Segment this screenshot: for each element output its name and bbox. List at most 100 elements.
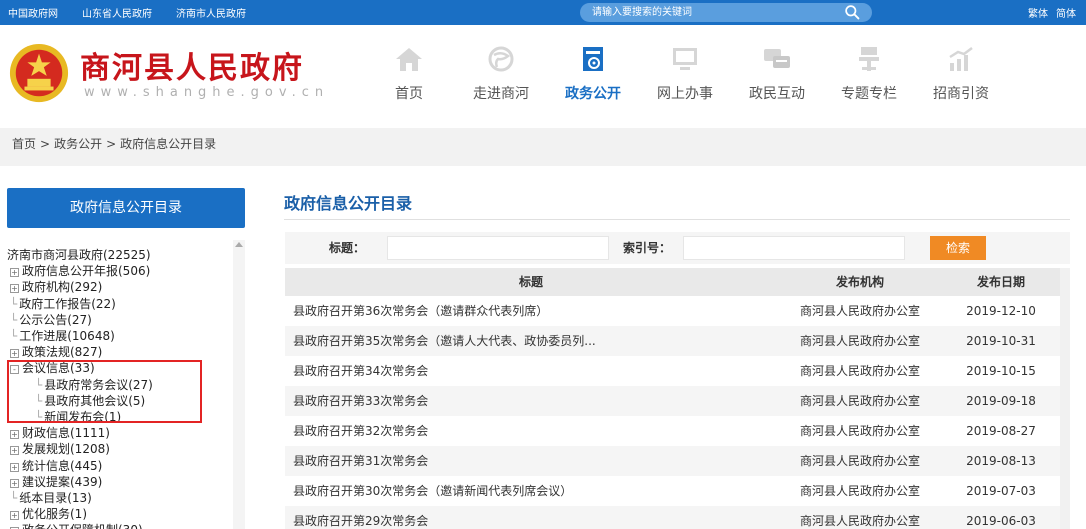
column-header-org: 发布机构	[835, 275, 884, 289]
table-row[interactable]: 县政府召开第32次常务会 商河县人民政府办公室 2019-08-27	[285, 416, 1070, 446]
link-central-gov[interactable]: 中国政府网	[8, 5, 58, 20]
index-filter-label: 索引号：	[623, 241, 672, 255]
table-row[interactable]: 县政府召开第35次常务会（邀请人大代表、政协委员列... 商河县人民政府办公室 20…	[285, 326, 1070, 356]
highlight-box	[7, 360, 202, 423]
site-search[interactable]: 请输入要搜索的关键词	[580, 3, 872, 22]
breadcrumb-home[interactable]: 首页	[12, 137, 36, 151]
search-button[interactable]: 检索	[930, 236, 986, 260]
nav-special-topics[interactable]: 专题专栏	[824, 45, 914, 103]
tree-item-label: 政府机构(292)	[22, 280, 103, 295]
table-row[interactable]: 县政府召开第30次常务会（邀请新闻代表列席会议） 商河县人民政府办公室 2019-0…	[285, 476, 1070, 506]
cell-title[interactable]: 县政府召开第29次常务会	[293, 506, 773, 529]
cell-date: 2019-08-13	[966, 454, 1036, 468]
table-row[interactable]: 县政府召开第33次常务会 商河县人民政府办公室 2019-09-18	[285, 386, 1070, 416]
cell-org: 商河县人民政府办公室	[799, 304, 920, 318]
chat-icon	[764, 49, 790, 68]
breadcrumb-current[interactable]: 政府信息公开目录	[120, 137, 216, 151]
cell-title[interactable]: 县政府召开第35次常务会（邀请人大代表、政协委员列...	[293, 326, 773, 356]
nav-online-services[interactable]: 网上办事	[640, 45, 730, 103]
tree-item[interactable]: └ 工作进展(10648)	[10, 329, 115, 344]
tree-scrollbar[interactable]	[233, 240, 245, 529]
tree-item[interactable]: + 发展规划(1208)	[10, 442, 110, 457]
globe-icon	[488, 46, 514, 72]
tree-item-label: 财政信息(1111)	[22, 426, 110, 441]
title-divider	[284, 219, 1070, 220]
tree-item-label: 工作进展(10648)	[19, 329, 115, 343]
main-nav: 首页 走进商河 政务公开 网上办事 政民互动 专题专栏 招商引资	[370, 25, 1086, 128]
cell-date: 2019-10-15	[966, 364, 1036, 378]
monitor-icon	[673, 48, 697, 70]
cell-title[interactable]: 县政府召开第32次常务会	[293, 416, 773, 446]
table-row[interactable]: 县政府召开第31次常务会 商河县人民政府办公室 2019-08-13	[285, 446, 1070, 476]
tree-item[interactable]: +政务公开保障机制(30)	[10, 523, 143, 529]
nav-gov-affairs[interactable]: 政务公开	[548, 45, 638, 103]
tree-item[interactable]: + 统计信息(445)	[10, 459, 102, 474]
cell-date: 2019-06-03	[966, 514, 1036, 528]
search-input[interactable]: 请输入要搜索的关键词	[592, 3, 692, 22]
table-header: 标题 发布机构 发布日期	[285, 268, 1070, 296]
cell-title[interactable]: 县政府召开第31次常务会	[293, 446, 773, 476]
site-title[interactable]: 商河县人民政府	[80, 43, 304, 87]
table-row[interactable]: 县政府召开第34次常务会 商河县人民政府办公室 2019-10-15	[285, 356, 1070, 386]
expand-icon[interactable]: +	[10, 478, 19, 488]
tree-line-icon: └	[10, 491, 18, 505]
tree-item-label: 政策法规(827)	[22, 345, 103, 360]
nav-about[interactable]: 走进商河	[456, 45, 546, 103]
index-filter-input[interactable]	[683, 236, 905, 260]
expand-icon[interactable]: +	[10, 511, 19, 521]
tree-item-label: 政务公开保障机制(30)	[22, 523, 143, 529]
scroll-up-icon[interactable]	[235, 242, 243, 247]
expand-icon[interactable]: +	[10, 349, 19, 359]
cell-org: 商河县人民政府办公室	[799, 424, 920, 438]
link-jinan-gov[interactable]: 济南市人民政府	[176, 5, 246, 20]
table-scrollbar[interactable]	[1060, 268, 1070, 529]
tree-item-label: 公示公告(27)	[19, 312, 92, 327]
tree-item[interactable]: + 政府信息公开年报(506)	[10, 264, 150, 279]
nav-home[interactable]: 首页	[364, 45, 454, 103]
search-filter: 标题： 索引号： 检索	[285, 232, 1070, 264]
cell-org: 商河县人民政府办公室	[799, 394, 920, 408]
tree-item[interactable]: + 政府机构(292)	[10, 280, 102, 295]
search-icon[interactable]	[844, 4, 861, 21]
tree-item[interactable]: + 政策法规(827)	[10, 345, 102, 360]
table-row[interactable]: 县政府召开第36次常务会（邀请群众代表列席） 商河县人民政府办公室 2019-12-…	[285, 296, 1070, 326]
cell-title[interactable]: 县政府召开第36次常务会（邀请群众代表列席）	[293, 296, 773, 326]
nav-special-topics-label: 专题专栏	[841, 86, 897, 102]
cell-org: 商河县人民政府办公室	[799, 454, 920, 468]
breadcrumb-gov-affairs[interactable]: 政务公开	[54, 137, 102, 151]
document-icon	[583, 47, 603, 71]
tree-item[interactable]: + 财政信息(1111)	[10, 426, 110, 441]
tree-line-icon: └	[10, 312, 18, 327]
expand-icon[interactable]: +	[10, 268, 19, 278]
tree-item[interactable]: └ 纸本目录(13)	[10, 491, 92, 506]
tree-item[interactable]: └ 政府工作报告(22)	[10, 297, 116, 312]
top-links: 中国政府网 山东省人民政府 济南市人民政府	[8, 0, 270, 25]
cell-title[interactable]: 县政府召开第30次常务会（邀请新闻代表列席会议）	[293, 476, 773, 506]
nav-investment[interactable]: 招商引资	[916, 45, 1006, 103]
cell-title[interactable]: 县政府召开第34次常务会	[293, 356, 773, 386]
page-title: 政府信息公开目录	[284, 194, 413, 213]
tree-item[interactable]: └ 公示公告(27)	[10, 313, 92, 328]
breadcrumb-separator: >	[106, 137, 117, 151]
tree-item-label: 政府信息公开年报(506)	[22, 264, 151, 279]
title-filter-input[interactable]	[387, 236, 609, 260]
lang-simplified[interactable]: 简体	[1056, 5, 1076, 20]
tree-item[interactable]: + 优化服务(1)	[10, 507, 87, 522]
tree-item[interactable]: + 建议提案(439)	[10, 475, 102, 490]
tree-item-label: 优化服务(1)	[22, 507, 87, 522]
cell-title[interactable]: 县政府召开第33次常务会	[293, 386, 773, 416]
expand-icon[interactable]: +	[10, 284, 19, 294]
cell-date: 2019-10-31	[966, 334, 1036, 348]
lang-traditional[interactable]: 繁体	[1028, 5, 1048, 20]
expand-icon[interactable]: +	[10, 462, 19, 472]
sidebar-heading: 政府信息公开目录	[7, 188, 245, 228]
nav-interaction[interactable]: 政民互动	[732, 45, 822, 103]
cell-date: 2019-08-27	[966, 424, 1036, 438]
nav-interaction-label: 政民互动	[749, 86, 805, 102]
expand-icon[interactable]: +	[10, 446, 19, 456]
cell-org: 商河县人民政府办公室	[799, 364, 920, 378]
table-row[interactable]: 县政府召开第29次常务会 商河县人民政府办公室 2019-06-03	[285, 506, 1070, 529]
link-shandong-gov[interactable]: 山东省人民政府	[82, 5, 152, 20]
tree-item[interactable]: 济南市商河县政府(22525)	[7, 248, 151, 263]
expand-icon[interactable]: +	[10, 430, 19, 440]
